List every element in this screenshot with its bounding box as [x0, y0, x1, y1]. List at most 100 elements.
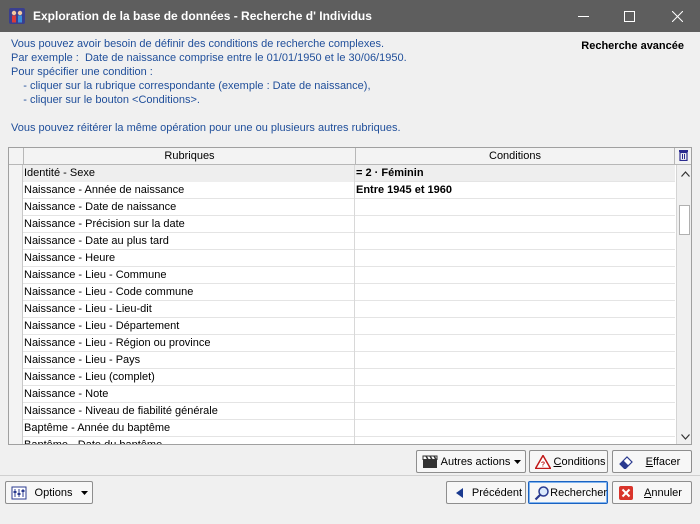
scroll-down-button[interactable] [677, 428, 691, 444]
chevron-down-icon [680, 431, 690, 443]
cancel-icon [617, 485, 635, 501]
rubrique-cell[interactable]: Naissance - Date au plus tard [24, 233, 355, 250]
table-row[interactable]: Naissance - Note [9, 386, 675, 403]
vertical-scrollbar[interactable] [676, 165, 691, 444]
rubrique-cell[interactable]: Naissance - Lieu - Région ou province [24, 335, 355, 352]
condition-cell[interactable] [356, 352, 675, 369]
rubrique-cell[interactable]: Naissance - Lieu (complet) [24, 369, 355, 386]
clear-button[interactable]: Effacer [612, 450, 692, 473]
minimize-icon [577, 11, 589, 22]
condition-cell[interactable] [356, 403, 675, 420]
rubrique-cell[interactable]: Naissance - Lieu - Commune [24, 267, 355, 284]
row-selector[interactable] [9, 403, 23, 420]
condition-cell[interactable] [356, 420, 675, 437]
table-row[interactable]: Naissance - Précision sur la date [9, 216, 675, 233]
rubrique-cell[interactable]: Naissance - Date de naissance [24, 199, 355, 216]
rubrique-cell[interactable]: Naissance - Lieu - Département [24, 318, 355, 335]
condition-cell[interactable] [356, 335, 675, 352]
condition-cell[interactable] [356, 318, 675, 335]
row-selector[interactable] [9, 216, 23, 233]
row-selector-header [9, 148, 24, 164]
row-selector[interactable] [9, 437, 23, 444]
previous-button[interactable]: Précédent [446, 481, 526, 504]
rubrique-cell[interactable]: Naissance - Année de naissance [24, 182, 355, 199]
table-row[interactable]: Naissance - Niveau de fiabilité générale [9, 403, 675, 420]
column-header-conditions[interactable]: Conditions [356, 148, 675, 164]
condition-cell[interactable] [356, 250, 675, 267]
row-selector[interactable] [9, 199, 23, 216]
table-row[interactable]: Naissance - Lieu (complet) [9, 369, 675, 386]
row-selector[interactable] [9, 284, 23, 301]
table-row[interactable]: Naissance - Date au plus tard [9, 233, 675, 250]
row-selector[interactable] [9, 182, 23, 199]
other-actions-button[interactable]: Autres actions [416, 450, 526, 473]
rubrique-cell[interactable]: Naissance - Lieu - Lieu-dit [24, 301, 355, 318]
clear-all-button[interactable] [675, 148, 691, 164]
instruction-line: Vous pouvez réitérer la même opération p… [11, 122, 401, 134]
warning-triangle-icon: ? [534, 454, 552, 470]
close-button[interactable] [654, 0, 700, 32]
maximize-button[interactable] [606, 0, 652, 32]
rubrique-cell[interactable]: Identité - Sexe [24, 165, 355, 182]
column-header-rubriques[interactable]: Rubriques [24, 148, 356, 164]
condition-cell[interactable] [356, 369, 675, 386]
row-selector[interactable] [9, 267, 23, 284]
table-row[interactable]: Identité - Sexe = 2 · Féminin [9, 165, 675, 182]
row-selector[interactable] [9, 369, 23, 386]
rubrique-cell[interactable]: Naissance - Lieu - Pays [24, 352, 355, 369]
other-actions-label: Autres actions [440, 455, 511, 468]
scrollbar-thumb[interactable] [679, 205, 690, 235]
rubrique-cell[interactable]: Naissance - Précision sur la date [24, 216, 355, 233]
rubrique-cell[interactable]: Baptême - Date du baptême [24, 437, 355, 444]
table-row[interactable]: Naissance - Lieu - Commune [9, 267, 675, 284]
table-row[interactable]: Naissance - Lieu - Pays [9, 352, 675, 369]
rubrique-cell[interactable]: Baptême - Année du baptême [24, 420, 355, 437]
options-label: Options [34, 486, 73, 499]
search-button[interactable]: Rechercher [528, 481, 608, 504]
table-header: Rubriques Conditions [9, 148, 691, 165]
table-row[interactable]: Baptême - Année du baptême [9, 420, 675, 437]
row-selector[interactable] [9, 301, 23, 318]
rubrique-cell[interactable]: Naissance - Note [24, 386, 355, 403]
rubrique-cell[interactable]: Naissance - Niveau de fiabilité générale [24, 403, 355, 420]
instruction-line: - cliquer sur la rubrique correspondante… [11, 80, 371, 92]
criteria-table: Rubriques Conditions Identité - Sexe = 2 … [8, 147, 692, 445]
condition-cell[interactable] [356, 216, 675, 233]
table-row[interactable]: Naissance - Lieu - Département [9, 318, 675, 335]
table-row[interactable]: Naissance - Lieu - Lieu-dit [9, 301, 675, 318]
table-row[interactable]: Naissance - Heure [9, 250, 675, 267]
cancel-button[interactable]: Annuler [612, 481, 692, 504]
row-selector[interactable] [9, 420, 23, 437]
table-row[interactable]: Naissance - Lieu - Région ou province [9, 335, 675, 352]
condition-cell[interactable] [356, 284, 675, 301]
condition-cell[interactable] [356, 301, 675, 318]
condition-cell[interactable] [356, 386, 675, 403]
condition-cell[interactable] [356, 233, 675, 250]
table-row[interactable]: Baptême - Date du baptême [9, 437, 675, 444]
trash-icon [678, 149, 689, 164]
conditions-button[interactable]: ? Conditions [529, 450, 608, 473]
dropdown-arrow-icon [512, 459, 522, 464]
condition-cell[interactable]: = 2 · Féminin [356, 165, 675, 182]
scroll-up-button[interactable] [677, 165, 691, 182]
row-selector[interactable] [9, 165, 23, 182]
condition-cell[interactable] [356, 199, 675, 216]
condition-cell[interactable] [356, 267, 675, 284]
instruction-line: Par exemple : Date de naissance comprise… [11, 52, 407, 64]
row-selector[interactable] [9, 335, 23, 352]
row-selector[interactable] [9, 386, 23, 403]
row-selector[interactable] [9, 352, 23, 369]
options-button[interactable]: Options [5, 481, 93, 504]
table-row[interactable]: Naissance - Lieu - Code commune [9, 284, 675, 301]
condition-cell[interactable] [356, 437, 675, 444]
rubrique-cell[interactable]: Naissance - Heure [24, 250, 355, 267]
condition-cell[interactable]: Entre 1945 et 1960 [356, 182, 675, 199]
row-selector[interactable] [9, 318, 23, 335]
row-selector[interactable] [9, 250, 23, 267]
table-row[interactable]: Naissance - Date de naissance [9, 199, 675, 216]
minimize-button[interactable] [560, 0, 606, 32]
table-row[interactable]: Naissance - Année de naissance Entre 1945… [9, 182, 675, 199]
row-selector[interactable] [9, 233, 23, 250]
rubrique-cell[interactable]: Naissance - Lieu - Code commune [24, 284, 355, 301]
search-label: Rechercher [550, 486, 607, 499]
